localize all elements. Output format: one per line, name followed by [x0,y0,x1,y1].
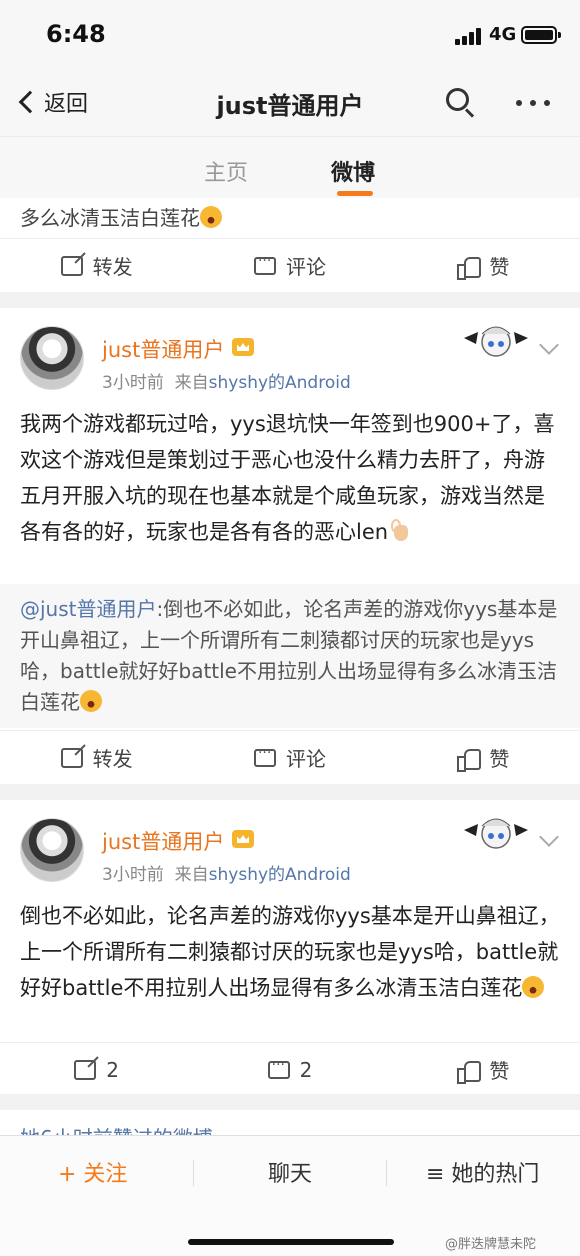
action-bar: 转发 评论 赞 [0,238,580,292]
chevron-down-icon[interactable] [539,827,559,847]
avatar[interactable] [20,326,84,390]
chevron-down-icon[interactable] [539,335,559,355]
share-icon [60,747,83,768]
status-time: 6:48 [46,20,106,48]
action-bar: 2 2 赞 [0,1042,580,1096]
repost-button[interactable]: 转发 [0,731,193,784]
signal-icon [455,27,485,45]
back-label: 返回 [44,92,89,117]
post-text: 我两个游戏都玩过哈，yys退坑快一年签到也900+了，喜欢这个游戏但是策划过于恶… [20,412,555,544]
post-meta: 3小时前 来自shyshy的Android [102,865,351,885]
post-card[interactable]: just普通用户 3小时前 来自shyshy的Android 我两个游戏都玩过哈… [0,308,580,784]
network-type: 4G [489,24,517,45]
vip-crown-icon [232,338,254,356]
user-name[interactable]: just普通用户 [102,826,224,856]
comment-icon [267,1057,290,1079]
shocked-emoji-icon [522,976,545,998]
like-button[interactable]: 赞 [387,731,580,784]
mention-link[interactable]: @just普通用户 [20,597,157,621]
back-button[interactable]: 返回 [14,82,88,122]
divider [193,1160,194,1186]
like-icon [457,1059,482,1084]
post-card[interactable]: just普通用户 3小时前 来自shyshy的Android 倒也不必如此，论名… [0,800,580,1094]
repost-button[interactable]: 转发 [0,239,193,292]
like-button[interactable]: 赞 [387,239,580,292]
profile-tabs: 主页 微博 [0,136,580,198]
user-name[interactable]: just普通用户 [102,334,224,364]
active-tab-indicator [337,191,373,196]
post-card-partial: 多么冰清玉洁白莲花 转发 评论 赞 [0,198,580,292]
share-icon [60,255,83,276]
watermark: @胖迭牌慧未陀 [445,1237,537,1252]
chat-button[interactable]: 聊天 [268,1156,312,1188]
more-icon[interactable] [516,100,550,108]
post-text: 倒也不必如此，论名声差的游戏你yys基本是开山鼻祖辽，上一个所谓所有二刺猿都讨厌… [20,904,560,1000]
search-icon[interactable] [444,86,476,118]
home-indicator[interactable] [188,1239,394,1245]
status-bar: 6:48 4G [0,0,580,70]
comment-icon [253,745,276,767]
ok-hand-emoji-icon [388,517,414,543]
chevron-left-icon [18,90,42,114]
follow-button[interactable]: + 关注 [58,1156,127,1188]
battery-icon [521,26,561,44]
post-meta: 3小时前 来自shyshy的Android [102,373,351,393]
share-icon [74,1059,97,1080]
action-bar: 转发 评论 赞 [0,730,580,784]
shocked-emoji-icon [80,690,102,712]
like-button[interactable]: 赞 [387,1043,580,1096]
tab-home[interactable]: 主页 [204,155,248,187]
comment-button[interactable]: 2 [193,1043,386,1096]
comment-button[interactable]: 评论 [193,239,386,292]
shocked-emoji-icon [200,206,222,228]
nav-bar: 返回 just普通用户 [0,70,580,136]
like-icon [457,747,482,772]
divider [386,1160,387,1186]
tab-weibo[interactable]: 微博 [331,155,375,187]
partial-post-text: 多么冰清玉洁白莲花 [20,202,222,231]
comment-icon [253,253,276,275]
card-decoration-icon [464,326,528,357]
repost-button[interactable]: 2 [0,1043,193,1096]
comment-button[interactable]: 评论 [193,731,386,784]
card-decoration-icon [464,818,528,849]
vip-crown-icon [232,830,254,848]
like-icon [457,255,482,280]
hot-posts-button[interactable]: ≡ 她的热门 [426,1156,539,1188]
repost-box[interactable]: @just普通用户:倒也不必如此，论名声差的游戏你yys基本是开山鼻祖辽，上一个… [0,584,580,728]
avatar[interactable] [20,818,84,882]
